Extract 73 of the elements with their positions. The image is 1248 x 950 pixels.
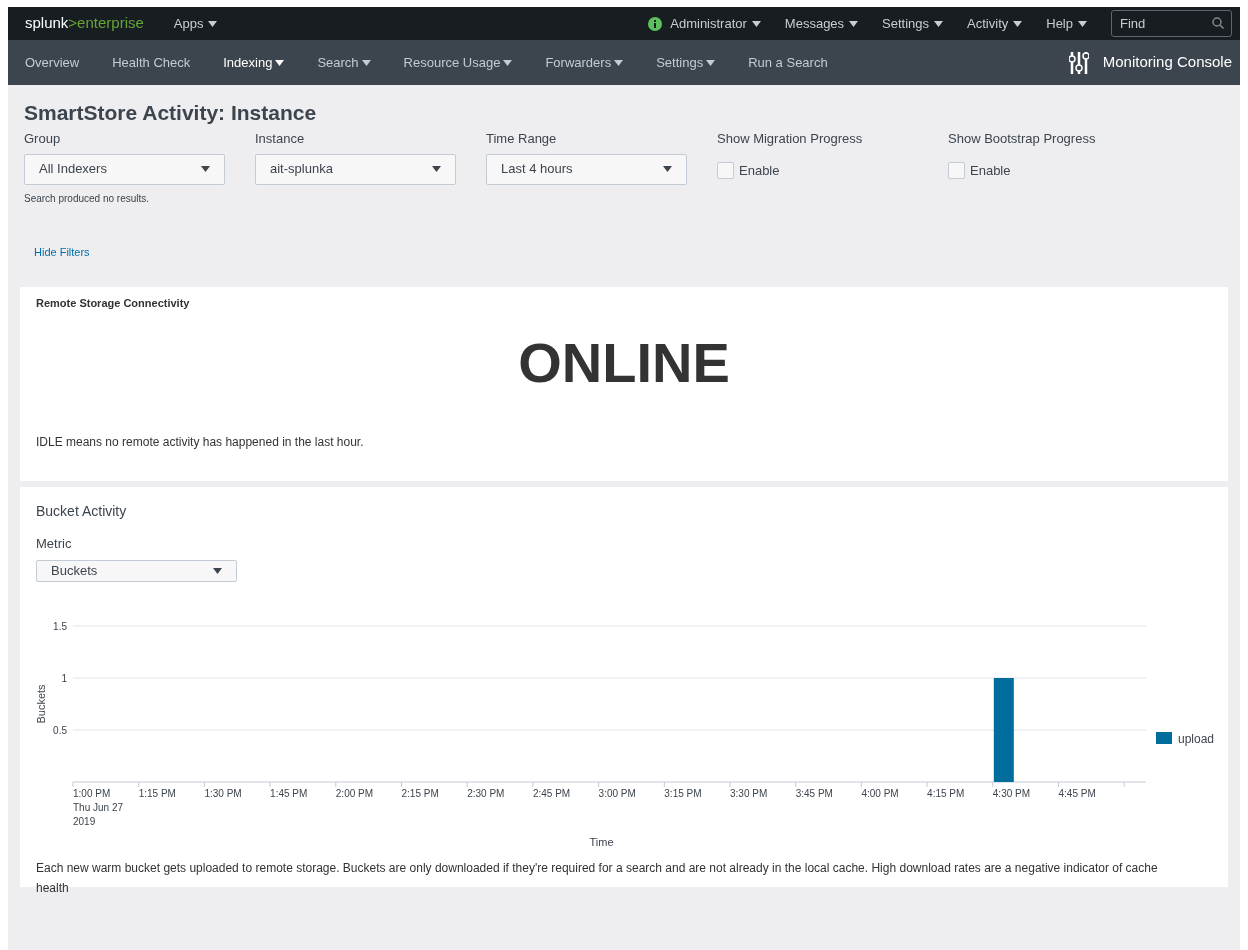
- dropdown[interactable]: All Indexers: [24, 153, 225, 185]
- filter-label: Show Bootstrap Progress: [948, 130, 1097, 148]
- search-icon: [1212, 17, 1224, 29]
- legend-label: upload: [1178, 731, 1215, 746]
- hide-filters-link[interactable]: Hide Filters: [34, 243, 90, 260]
- nav-tab[interactable]: Overview: [25, 52, 80, 73]
- x-tick-label: 1:30 PM: [204, 787, 242, 799]
- metric-label: Metric: [36, 534, 73, 553]
- nav-tab[interactable]: Forwarders: [545, 52, 624, 73]
- nav-tab[interactable]: Settings: [656, 52, 716, 73]
- x-tick-label: 2:00 PM: [335, 787, 374, 799]
- x-tick-label: 4:30 PM: [992, 787, 1031, 799]
- menu-item[interactable]: Messages: [784, 13, 859, 34]
- dropdown[interactable]: ait-splunka: [255, 153, 456, 185]
- nav-tab[interactable]: Health Check: [112, 52, 191, 73]
- caret-icon: [213, 567, 222, 574]
- page-title: SmartStore Activity: Instance: [24, 100, 318, 126]
- x-tick-label: 2:45 PM: [532, 787, 571, 799]
- x-tick-label: 1:00 PM Thu Jun 27 2019: [73, 787, 124, 827]
- panel-description: IDLE means no remote activity has happened in the last hour.: [36, 434, 365, 451]
- menu-item[interactable]: Apps: [173, 13, 218, 34]
- dropdown[interactable]: Buckets: [36, 560, 237, 582]
- x-axis-title: Time: [589, 835, 614, 848]
- info-icon[interactable]: [648, 16, 663, 31]
- caret-icon: [663, 166, 672, 172]
- caret-icon: [1013, 20, 1023, 27]
- nav-tab[interactable]: Run a Search: [748, 52, 828, 73]
- y-tick-label: 1.5: [53, 620, 67, 632]
- x-tick-label: 3:45 PM: [795, 787, 833, 799]
- caret-icon: [751, 20, 761, 27]
- checkbox[interactable]: [717, 161, 734, 179]
- menu-item[interactable]: Help: [1046, 13, 1087, 34]
- filter-note: Search produced no results.: [24, 191, 151, 206]
- menu-item[interactable]: Settings: [882, 13, 944, 34]
- x-tick-label: 1:15 PM: [138, 787, 176, 799]
- search-field[interactable]: Find: [1111, 10, 1232, 37]
- x-tick-label: 4:45 PM: [1058, 787, 1096, 799]
- panel-description: Each new warm bucket gets uploaded to remote storage. Buckets are only downloaded if they're required for a search and are not already in the local cache. High download rates are a negative indicator of cache health: [36, 859, 1159, 897]
- caret-icon: [934, 20, 944, 27]
- x-tick-label: 2:15 PM: [401, 787, 439, 799]
- caret-icon: [201, 166, 210, 172]
- nav-tab[interactable]: Search: [317, 52, 371, 73]
- filter-label: Group: [24, 130, 62, 148]
- menu-item[interactable]: Administrator: [670, 13, 761, 34]
- nav-tab[interactable]: Indexing: [223, 52, 285, 73]
- x-tick-label: 1:45 PM: [270, 787, 308, 799]
- x-tick-label: 2:30 PM: [467, 787, 505, 799]
- app-title: Monitoring Console: [1102, 52, 1232, 73]
- panel-title: Remote Storage Connectivity: [36, 295, 191, 311]
- x-tick-label: 4:15 PM: [927, 787, 965, 799]
- checkbox[interactable]: [948, 161, 965, 179]
- panel-title: Bucket Activity: [36, 501, 128, 521]
- x-tick-label: 3:15 PM: [664, 787, 702, 799]
- y-tick-label: 0.5: [53, 724, 67, 736]
- filter-label: Show Migration Progress: [717, 130, 864, 148]
- dropdown[interactable]: Last 4 hours: [486, 153, 687, 185]
- filter-label: Time Range: [486, 130, 558, 148]
- caret-icon: [432, 166, 441, 172]
- checkbox-label[interactable]: Enable: [739, 160, 780, 180]
- x-tick-label: 3:00 PM: [598, 787, 636, 799]
- status-value: ONLINE: [518, 331, 730, 395]
- nav-tab[interactable]: Resource Usage: [403, 52, 513, 73]
- y-axis-title: Buckets: [35, 683, 47, 724]
- caret-icon: [849, 20, 859, 27]
- checkbox-label[interactable]: Enable: [970, 160, 1011, 180]
- y-tick-label: 1: [61, 672, 67, 684]
- caret-icon: [208, 20, 218, 27]
- menu-item[interactable]: Activity: [967, 13, 1023, 34]
- x-tick-label: 3:30 PM: [730, 787, 768, 799]
- logo[interactable]: splunk>enterprise: [25, 12, 144, 35]
- filter-label: Instance: [255, 130, 306, 148]
- caret-icon: [1078, 20, 1087, 27]
- x-tick-label: 4:00 PM: [861, 787, 899, 799]
